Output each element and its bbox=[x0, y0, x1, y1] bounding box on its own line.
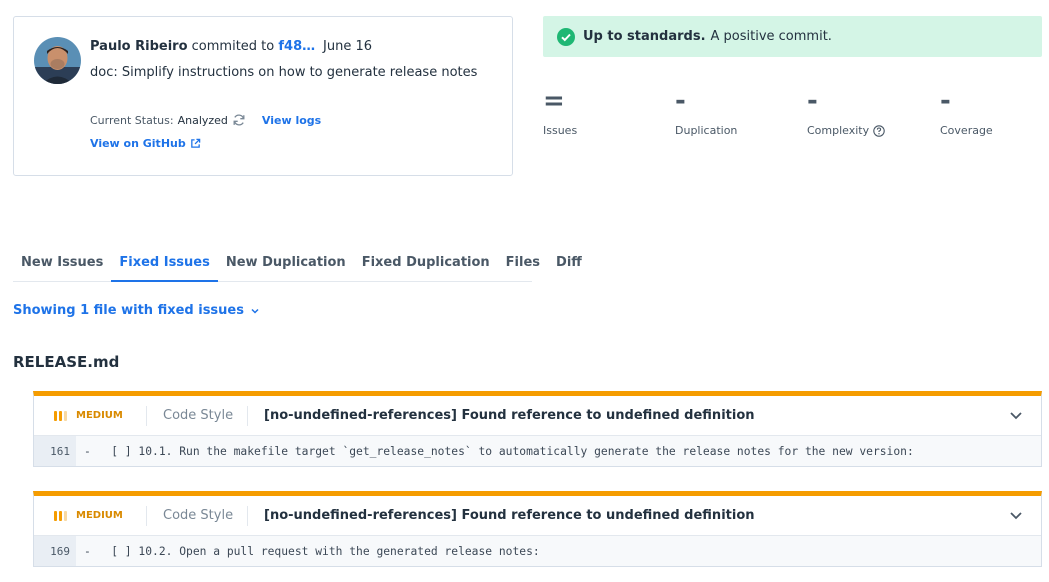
severity-label: MEDIUM bbox=[76, 510, 123, 521]
commit-card: Paulo Ribeiro commited to f48… June 16 d… bbox=[13, 16, 513, 176]
committed-to-text: commited to bbox=[191, 39, 275, 54]
code-line: - [ ] 10.1. Run the makefile target `get… bbox=[84, 444, 914, 458]
banner-status: Up to standards. bbox=[583, 29, 706, 44]
divider bbox=[146, 405, 147, 426]
commit-author[interactable]: Paulo Ribeiro bbox=[90, 39, 188, 54]
commit-sha-link[interactable]: f48… bbox=[278, 39, 315, 54]
medium-severity-icon bbox=[54, 410, 67, 421]
code-row: 161 - [ ] 10.1. Run the makefile target … bbox=[34, 436, 1041, 466]
divider bbox=[247, 405, 248, 426]
issue-title: [no-undefined-references] Found referenc… bbox=[264, 508, 755, 523]
metric-duplication-value: - bbox=[675, 86, 686, 116]
line-number: 161 bbox=[34, 436, 76, 466]
metric-duplication: - Duplication bbox=[675, 86, 795, 137]
status-value: Analyzed bbox=[177, 113, 228, 127]
divider bbox=[146, 505, 147, 526]
refresh-icon[interactable] bbox=[232, 113, 246, 127]
metric-complexity-label: Complexity bbox=[807, 124, 870, 137]
metric-issues-label: Issues bbox=[543, 124, 578, 137]
file-name: RELEASE.md bbox=[13, 353, 120, 371]
metric-coverage-value: - bbox=[940, 86, 951, 116]
tab-new-issues[interactable]: New Issues bbox=[13, 245, 111, 282]
issue-card: MEDIUM Code Style [no-undefined-referenc… bbox=[33, 491, 1042, 567]
commit-tabs: New Issues Fixed Issues New Duplication … bbox=[13, 245, 582, 282]
status-label: Current Status: bbox=[90, 113, 174, 127]
severity-label: MEDIUM bbox=[76, 410, 123, 421]
issue-header[interactable]: MEDIUM Code Style [no-undefined-referenc… bbox=[34, 396, 1041, 436]
tab-fixed-duplication[interactable]: Fixed Duplication bbox=[354, 245, 498, 282]
tab-diff[interactable]: Diff bbox=[548, 245, 590, 282]
avatar[interactable] bbox=[34, 37, 81, 84]
metric-issues-value: = bbox=[543, 86, 565, 116]
chevron-down-icon bbox=[251, 308, 259, 314]
line-number: 169 bbox=[34, 536, 76, 566]
view-on-github-link[interactable]: View on GitHub bbox=[90, 137, 201, 150]
tab-fixed-issues[interactable]: Fixed Issues bbox=[111, 245, 218, 282]
tab-new-duplication[interactable]: New Duplication bbox=[218, 245, 354, 282]
issue-card: MEDIUM Code Style [no-undefined-referenc… bbox=[33, 391, 1042, 467]
issue-category: Code Style bbox=[163, 408, 234, 423]
issue-title: [no-undefined-references] Found referenc… bbox=[264, 408, 755, 423]
divider bbox=[247, 505, 248, 526]
files-filter-dropdown[interactable]: Showing 1 file with fixed issues bbox=[13, 303, 260, 318]
banner-text: A positive commit. bbox=[710, 29, 832, 44]
files-filter-label: Showing 1 file with fixed issues bbox=[13, 303, 244, 318]
commit-header: Paulo Ribeiro commited to f48… bbox=[90, 39, 315, 54]
medium-severity-icon bbox=[54, 510, 67, 521]
external-link-icon bbox=[190, 138, 201, 148]
code-row: 169 - [ ] 10.2. Open a pull request with… bbox=[34, 536, 1041, 566]
metric-duplication-label: Duplication bbox=[675, 124, 738, 137]
commit-date: June 16 bbox=[323, 39, 372, 54]
quality-banner: Up to standards. A positive commit. bbox=[543, 16, 1042, 57]
metric-complexity-value: - bbox=[807, 86, 818, 116]
current-status: Current Status: Analyzed View logs bbox=[90, 113, 321, 127]
metric-coverage-label: Coverage bbox=[940, 124, 993, 137]
commit-message: doc: Simplify instructions on how to gen… bbox=[90, 65, 478, 80]
expand-chevron-icon[interactable] bbox=[1009, 410, 1023, 422]
metric-issues: = Issues bbox=[543, 86, 663, 137]
issue-header[interactable]: MEDIUM Code Style [no-undefined-referenc… bbox=[34, 496, 1041, 536]
check-circle-icon bbox=[557, 27, 575, 46]
view-on-github-label: View on GitHub bbox=[90, 137, 186, 150]
metric-complexity: - Complexity bbox=[807, 86, 927, 137]
expand-chevron-icon[interactable] bbox=[1009, 510, 1023, 522]
help-icon[interactable] bbox=[873, 124, 885, 137]
issue-category: Code Style bbox=[163, 508, 234, 523]
code-line: - [ ] 10.2. Open a pull request with the… bbox=[84, 544, 540, 558]
metric-coverage: - Coverage bbox=[940, 86, 1049, 137]
view-logs-link[interactable]: View logs bbox=[262, 114, 321, 127]
tab-files[interactable]: Files bbox=[498, 245, 548, 282]
